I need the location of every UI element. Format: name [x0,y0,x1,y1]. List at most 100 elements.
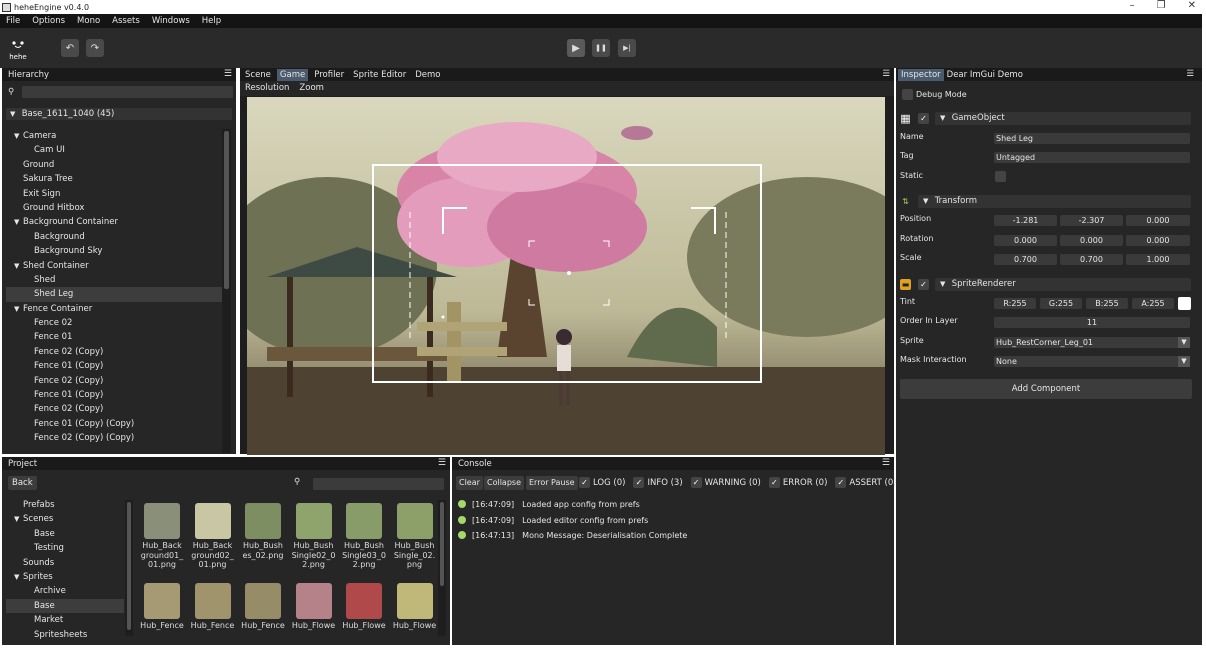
expand-icon[interactable]: ▼ [14,302,23,316]
folder-item-testing[interactable]: Testing [6,541,124,555]
rotation-y-field[interactable]: 0.000 [1060,235,1123,246]
expand-icon[interactable]: ▼ [14,512,23,526]
name-field[interactable]: Shed Leg [994,133,1190,144]
hierarchy-item-fence-02[interactable]: Fence 02 [6,316,222,330]
scale-x-field[interactable]: 0.700 [994,254,1057,265]
static-checkbox[interactable] [995,171,1006,182]
hierarchy-search-input[interactable] [22,86,233,98]
folder-scrollbar[interactable] [125,500,133,636]
add-component-button[interactable]: Add Component [900,379,1192,399]
chevron-down-icon[interactable]: ▼ [1178,337,1190,348]
asset-item[interactable]: Hub_Back ground02_ 01.png [191,503,235,570]
filter-checkbox[interactable]: ✓ [579,477,590,488]
menu-windows[interactable]: Windows [152,16,190,26]
tab-demo[interactable]: Demo [412,69,443,81]
collapse-icon[interactable]: ▼ [940,112,949,125]
filter-info[interactable]: ✓ INFO (3) [633,477,683,488]
hierarchy-item-background[interactable]: Background [6,230,222,244]
tint-r-field[interactable]: R:255 [994,298,1036,309]
gameobject-active-checkbox[interactable]: ✓ [918,113,929,124]
filter-warning[interactable]: ✓ WARNING (0) [690,477,761,488]
clear-button[interactable]: Clear [456,476,483,490]
hierarchy-item-fence-container[interactable]: ▼ Fence Container [6,302,222,316]
tag-field[interactable]: Untagged [994,152,1190,163]
sprite-renderer-section-header[interactable]: ▼ SpriteRenderer [935,278,1191,291]
hierarchy-item-fence-01-copy[interactable]: Fence 01 (Copy) [6,359,222,373]
mask-interaction-dropdown[interactable]: None ▼ [994,356,1190,367]
hierarchy-item-background-container[interactable]: ▼ Background Container [6,215,222,229]
tab-inspector[interactable]: Inspector [898,68,944,81]
tab-sprite-editor[interactable]: Sprite Editor [350,69,409,81]
tab-scene[interactable]: Scene [242,69,274,81]
collapse-icon[interactable]: ▼ [923,195,932,208]
hierarchy-item-shed[interactable]: Shed [6,273,222,287]
folder-item-base[interactable]: Base [6,527,124,541]
menu-mono[interactable]: Mono [77,16,100,26]
hierarchy-item-fence-01-copy-copy[interactable]: Fence 01 (Copy) (Copy) [6,417,222,431]
filter-assert[interactable]: ✓ ASSERT (0) [835,477,897,488]
scale-z-field[interactable]: 1.000 [1126,254,1190,265]
asset-item[interactable]: Hub_Fence [140,583,184,631]
hierarchy-item-camera[interactable]: ▼ Camera [6,129,222,143]
hierarchy-item-fence-02-copy[interactable]: Fence 02 (Copy) [6,374,222,388]
restore-button[interactable]: ❐ [1157,0,1166,11]
chevron-down-icon[interactable]: ▼ [1178,356,1190,367]
hierarchy-scrollbar[interactable] [222,129,231,453]
inspector-menu-icon[interactable]: ☰ [1186,69,1194,79]
gameobject-section-header[interactable]: ▼ GameObject [935,112,1191,125]
expand-icon[interactable]: ▼ [14,215,23,229]
hierarchy-item-shed-leg[interactable]: Shed Leg [6,287,222,302]
folder-item-archive[interactable]: Archive [6,584,124,598]
redo-button[interactable]: ↷ [86,39,104,57]
menu-assets[interactable]: Assets [112,16,140,26]
position-x-field[interactable]: -1.281 [994,215,1057,226]
position-z-field[interactable]: 0.000 [1126,215,1190,226]
filter-checkbox[interactable]: ✓ [633,477,645,488]
viewport-menu-icon[interactable]: ☰ [882,69,890,79]
sprite-renderer-active-checkbox[interactable]: ✓ [918,279,929,290]
folder-item-market[interactable]: Market [6,613,124,627]
hierarchy-item-fence-01-copy[interactable]: Fence 01 (Copy) [6,388,222,402]
project-search-input[interactable] [313,478,444,490]
log-entry[interactable]: [16:47:09] Loaded app config from prefs [458,499,640,511]
folder-item-scenes[interactable]: ▼ Scenes [6,512,124,526]
zoom-menu[interactable]: Zoom [299,81,324,96]
hierarchy-item-sakura-tree[interactable]: Sakura Tree [6,172,222,186]
filter-checkbox[interactable]: ✓ [690,477,702,488]
game-view[interactable] [247,97,885,455]
tint-a-field[interactable]: A:255 [1132,298,1174,309]
asset-scroll-thumb[interactable] [440,502,444,586]
hierarchy-item-background-sky[interactable]: Background Sky [6,244,222,258]
pause-button[interactable]: ❚❚ [592,39,610,57]
asset-item[interactable]: Hub_Bush es_02.png [241,503,285,560]
asset-item[interactable]: Hub_Flowe [292,583,336,631]
rotation-z-field[interactable]: 0.000 [1126,235,1190,246]
order-in-layer-field[interactable]: 11 [994,317,1190,328]
hierarchy-item-fence-02-copy-copy[interactable]: Fence 02 (Copy) (Copy) [6,431,222,445]
sprite-dropdown[interactable]: Hub_RestCorner_Leg_01 ▼ [994,337,1190,348]
menu-help[interactable]: Help [202,16,221,26]
asset-item[interactable]: Hub_Fence [191,583,235,631]
filter-checkbox[interactable]: ✓ [835,477,847,488]
step-button[interactable]: ▶| [618,39,636,57]
hierarchy-scroll-thumb[interactable] [224,131,229,289]
expand-icon[interactable]: ▼ [14,259,23,273]
tint-color-swatch[interactable] [1178,297,1191,310]
hierarchy-item-fence-02-copy[interactable]: Fence 02 (Copy) [6,402,222,416]
asset-item[interactable]: Hub_Fence [241,583,285,631]
close-button[interactable]: ✕ [1188,0,1196,11]
rotation-x-field[interactable]: 0.000 [994,235,1057,246]
tint-g-field[interactable]: G:255 [1040,298,1082,309]
hierarchy-root[interactable]: ▼ Base_1611_1040 (45) [6,108,232,120]
hierarchy-item-ground-hitbox[interactable]: Ground Hitbox [6,201,222,215]
tab-profiler[interactable]: Profiler [311,69,347,81]
hierarchy-item-exit-sign[interactable]: Exit Sign [6,187,222,201]
hierarchy-item-fence-02-copy[interactable]: Fence 02 (Copy) [6,345,222,359]
back-button[interactable]: Back [8,476,37,490]
transform-section-header[interactable]: ▼ Transform [918,195,1191,208]
folder-item-sprites[interactable]: ▼ Sprites [6,570,124,584]
undo-button[interactable]: ↶ [61,39,79,57]
position-y-field[interactable]: -2.307 [1060,215,1123,226]
asset-item[interactable]: Hub_Back ground01_ 01.png [140,503,184,570]
asset-item[interactable]: Hub_Flowe [393,583,436,631]
